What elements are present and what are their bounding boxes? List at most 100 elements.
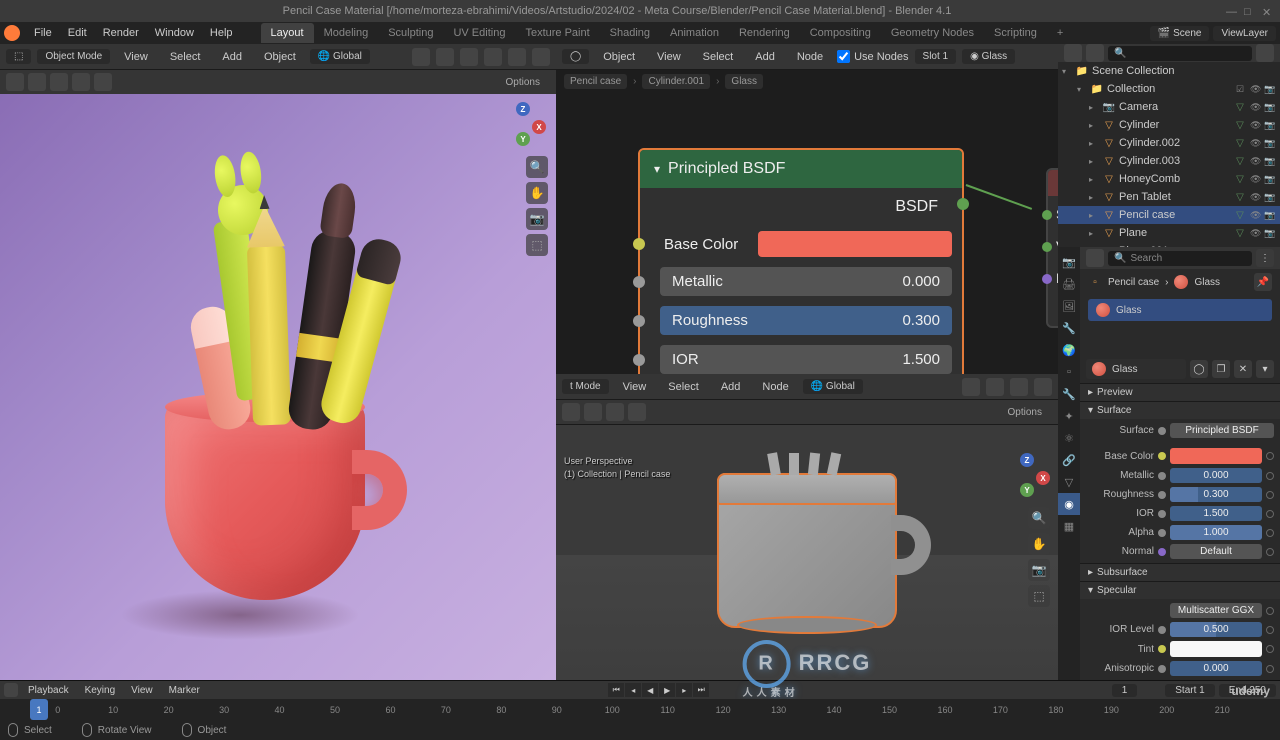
tab-compositing[interactable]: Compositing — [800, 23, 881, 43]
scale-tool-icon[interactable] — [94, 73, 112, 91]
zoom-icon[interactable]: 🔍 — [526, 156, 548, 178]
next-key-icon[interactable]: ▸ — [676, 683, 692, 697]
vp2-pan-icon[interactable]: ✋ — [1028, 533, 1050, 555]
vp2-tool4-icon[interactable] — [628, 403, 646, 421]
expand-icon[interactable]: ▸ — [1089, 211, 1099, 220]
gizmo-y-icon[interactable]: Y — [516, 132, 530, 146]
subsurface-panel-head[interactable]: ▸Subsurface — [1080, 564, 1280, 581]
base-color-field[interactable] — [1170, 448, 1262, 464]
outliner-item-cylinder-003[interactable]: ▸▽Cylinder.003▽👁📷 — [1058, 152, 1280, 170]
tab-add[interactable]: + — [1047, 23, 1073, 43]
vp2-select[interactable]: Select — [660, 378, 707, 396]
props-options-icon[interactable]: ⋮ — [1256, 249, 1274, 267]
render-icon[interactable]: 📷 — [1264, 210, 1276, 221]
tab-geonodes[interactable]: Geometry Nodes — [881, 23, 984, 43]
outliner-item-cylinder-002[interactable]: ▸▽Cylinder.002▽👁📷 — [1058, 134, 1280, 152]
vp2-shading-mat-icon[interactable] — [1010, 378, 1028, 396]
tab-modeling[interactable]: Modeling — [314, 23, 379, 43]
bc-mesh[interactable]: Cylinder.001 — [642, 74, 710, 89]
roughness-field[interactable]: 0.300 — [1170, 487, 1262, 502]
gizmo-z-icon[interactable]: Z — [516, 102, 530, 116]
vp2-orientation[interactable]: 🌐 Global — [803, 379, 863, 394]
tab-rendering[interactable]: Rendering — [729, 23, 800, 43]
mode-selector[interactable]: Object Mode — [37, 49, 110, 64]
pan-icon[interactable]: ✋ — [526, 182, 548, 204]
socket-bsdf-out[interactable] — [957, 198, 969, 210]
eye-icon[interactable]: 👁 — [1250, 138, 1262, 149]
prop-tab-physics[interactable]: ⚛ — [1058, 427, 1080, 449]
outliner-type-icon[interactable] — [1064, 44, 1082, 62]
vp2-gizmo[interactable]: X Y Z — [1004, 455, 1050, 501]
outliner-item-cylinder[interactable]: ▸▽Cylinder▽👁📷 — [1058, 116, 1280, 134]
ne-object[interactable]: Object — [595, 48, 643, 66]
shading-wireframe-icon[interactable] — [460, 48, 478, 66]
tl-playback[interactable]: Playback — [22, 684, 75, 697]
socket-dot[interactable] — [1158, 529, 1166, 537]
node-editor-type[interactable]: ◯ — [562, 49, 589, 64]
tint-field[interactable] — [1170, 641, 1262, 657]
bc-object[interactable]: Pencil case — [564, 74, 627, 89]
render-icon[interactable]: 📷 — [1264, 138, 1276, 149]
vp2-persp-icon[interactable]: ⬚ — [1028, 585, 1050, 607]
timeline-ruler[interactable]: 1 01020304050607080901001101201301401501… — [0, 699, 1280, 720]
menu-render[interactable]: Render — [95, 24, 147, 42]
socket-displacement[interactable] — [1042, 274, 1052, 284]
jump-start-icon[interactable]: ⏮ — [608, 683, 624, 697]
link-icon[interactable] — [1266, 607, 1274, 615]
outliner-collection[interactable]: ▾ 📁 Collection ☑👁📷 — [1058, 80, 1280, 98]
surface-panel-head[interactable]: ▾Surface — [1080, 402, 1280, 419]
outliner-filter-icon[interactable] — [1086, 44, 1104, 62]
socket-dot[interactable] — [1158, 472, 1166, 480]
vp2-add[interactable]: Add — [713, 378, 749, 396]
eye-icon[interactable]: 👁 — [1250, 102, 1262, 113]
socket-roughness[interactable] — [633, 315, 645, 327]
timeline-type-icon[interactable] — [4, 683, 18, 697]
pin-icon[interactable]: 📌 — [1254, 273, 1272, 291]
link-icon[interactable] — [1266, 665, 1274, 673]
normal-field[interactable]: Default — [1170, 544, 1262, 559]
slot-selector[interactable]: Slot 1 — [915, 49, 957, 64]
expand-icon[interactable]: ▸ — [1089, 157, 1099, 166]
camera-icon[interactable]: 📷 — [526, 208, 548, 230]
tl-view[interactable]: View — [125, 684, 159, 697]
ne-add[interactable]: Add — [747, 48, 783, 66]
render-icon[interactable]: 📷 — [1264, 120, 1276, 131]
gizmo-x-icon[interactable]: X — [532, 120, 546, 134]
vp2-options[interactable]: Options — [998, 405, 1052, 420]
jump-end-icon[interactable]: ⏭ — [693, 683, 709, 697]
link-icon[interactable] — [1266, 452, 1274, 460]
prop-tab-scene[interactable]: 🔧 — [1058, 317, 1080, 339]
socket-dot[interactable] — [1158, 491, 1166, 499]
expand-icon[interactable]: ▸ — [1089, 103, 1099, 112]
minimize-icon[interactable]: — — [1226, 6, 1236, 16]
editor-type-selector[interactable]: ⬚ — [6, 49, 31, 64]
collapse-icon[interactable]: ▾ — [1062, 67, 1072, 76]
menu-file[interactable]: File — [26, 24, 60, 42]
surface-shader-select[interactable]: Principled BSDF — [1170, 423, 1274, 438]
bc-material[interactable]: Glass — [725, 74, 763, 89]
orientation-selector[interactable]: 🌐 Global — [310, 49, 370, 64]
eye-icon[interactable]: 👁 — [1250, 84, 1262, 95]
vp2-shading-render-icon[interactable] — [1034, 378, 1052, 396]
base-color-swatch[interactable] — [758, 231, 952, 257]
socket-dot[interactable] — [1158, 427, 1166, 435]
vp-menu-view[interactable]: View — [116, 48, 156, 66]
prop-tab-object[interactable]: ▫ — [1058, 361, 1080, 383]
material-selector[interactable]: ◉ Glass — [962, 49, 1015, 64]
distribution-select[interactable]: Multiscatter GGX — [1170, 603, 1262, 618]
link-icon[interactable] — [1266, 472, 1274, 480]
prop-tab-material[interactable]: ◉ — [1058, 493, 1080, 515]
eye-icon[interactable]: 👁 — [1250, 156, 1262, 167]
ne-node[interactable]: Node — [789, 48, 831, 66]
outliner-filter2-icon[interactable] — [1256, 44, 1274, 62]
anisotropic-field[interactable]: 0.000 — [1170, 661, 1262, 676]
snap-icon[interactable] — [412, 48, 430, 66]
vp2-tool3-icon[interactable] — [606, 403, 624, 421]
new-material-icon[interactable]: ◯ — [1190, 360, 1208, 378]
link-icon[interactable] — [1266, 548, 1274, 556]
menu-edit[interactable]: Edit — [60, 24, 95, 42]
eye-icon[interactable]: 👁 — [1250, 174, 1262, 185]
play-reverse-icon[interactable]: ◀ — [642, 683, 658, 697]
ior-field[interactable]: IOR 1.500 — [660, 345, 952, 374]
metallic-field[interactable]: 0.000 — [1170, 468, 1262, 483]
